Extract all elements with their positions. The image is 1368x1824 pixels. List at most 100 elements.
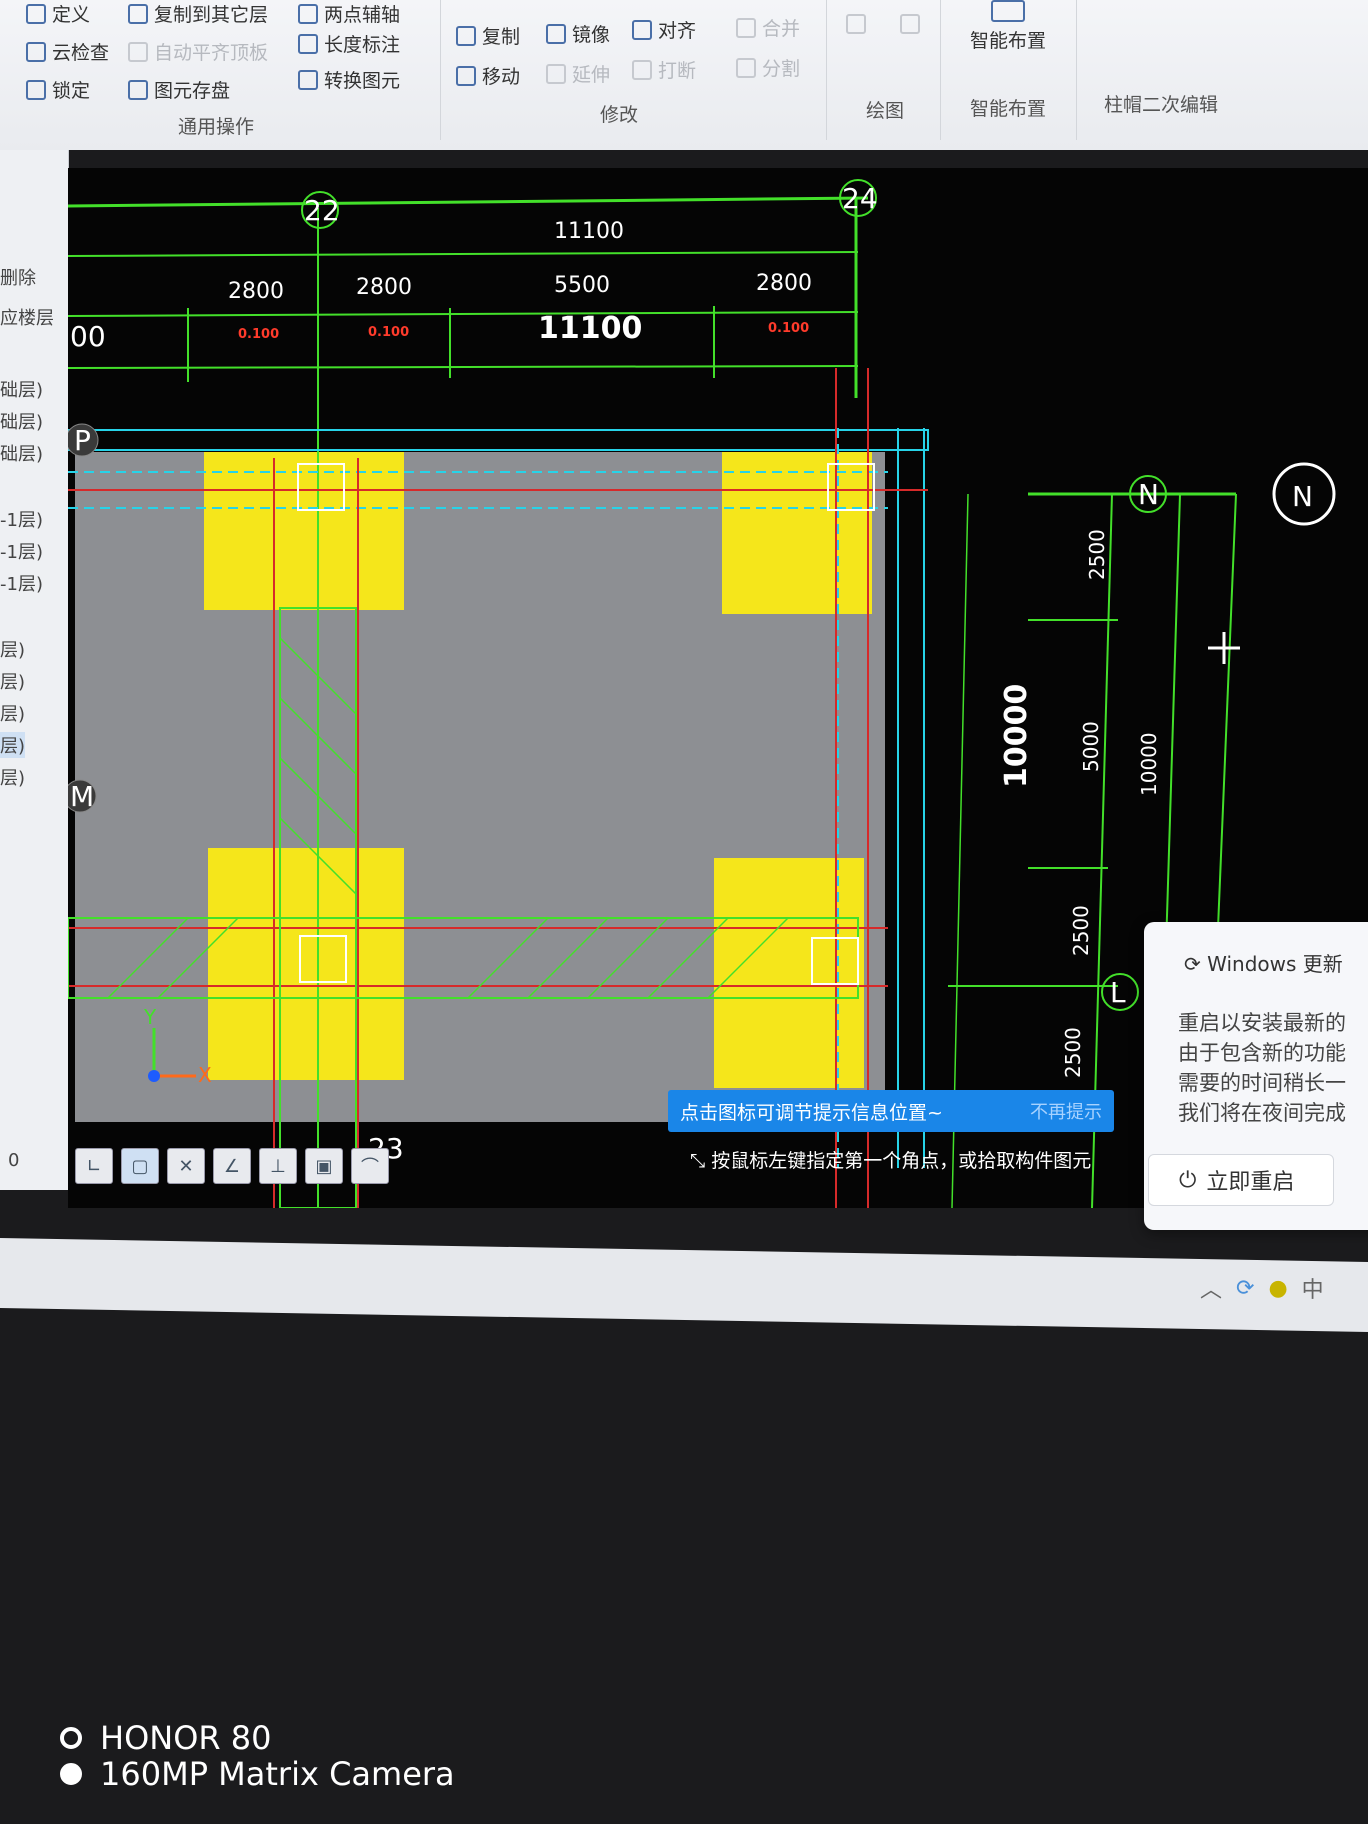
app-tray-icon[interactable]: ● bbox=[1268, 1276, 1287, 1301]
align-button[interactable]: 对齐 bbox=[632, 16, 696, 43]
floor-list-item[interactable]: 础层) bbox=[0, 376, 43, 402]
angle-button[interactable]: ∠ bbox=[213, 1148, 251, 1184]
smart-layout-button[interactable]: 智能布置 bbox=[970, 0, 1046, 53]
dismiss-hint-link[interactable]: 不再提示 bbox=[1030, 1098, 1102, 1124]
group-separator bbox=[940, 0, 941, 140]
dot-icon bbox=[60, 1763, 82, 1785]
mirror-button[interactable]: 镜像 bbox=[546, 20, 610, 47]
define-icon bbox=[26, 3, 46, 24]
toast-title-row: ⟳ Windows 更新 bbox=[1184, 948, 1343, 977]
align-icon bbox=[632, 19, 652, 40]
dim-right-2500-a: 2500 bbox=[1085, 529, 1109, 580]
extend-icon bbox=[546, 63, 566, 84]
camera-watermark: HONOR 80 160MP Matrix Camera bbox=[60, 1720, 455, 1792]
rectangle-select-icon: ▢ bbox=[131, 1155, 149, 1177]
dim-2800-a: 2800 bbox=[228, 279, 284, 304]
floor-list-item-selected[interactable]: 层) bbox=[0, 732, 26, 758]
axis-label-22: 22 bbox=[304, 194, 340, 227]
offset-icon: ⊥ bbox=[270, 1155, 286, 1177]
windows-update-toast: ⟳ Windows 更新 重启以安装最新的 由于包含新的功能 需要的时间稍长一 … bbox=[1144, 922, 1368, 1230]
refresh-icon: ⟳ bbox=[1184, 952, 1201, 976]
convert-icon bbox=[298, 69, 318, 90]
floor-list-item[interactable]: -1层) bbox=[0, 538, 43, 564]
angle-icon: ∠ bbox=[223, 1155, 241, 1177]
axis-label-l: L bbox=[1110, 976, 1126, 1009]
floor-list-item[interactable]: -1层) bbox=[0, 570, 43, 596]
rectangle-icon bbox=[900, 14, 920, 34]
ime-indicator[interactable]: 中 bbox=[1302, 1272, 1324, 1304]
restart-label: 立即重启 bbox=[1206, 1170, 1295, 1195]
delete-floor-button[interactable]: 删除 bbox=[0, 264, 36, 290]
floor-list-item[interactable]: 础层) bbox=[0, 440, 43, 466]
define-button[interactable]: 定义 bbox=[26, 0, 90, 27]
toast-title: Windows 更新 bbox=[1207, 952, 1343, 976]
group-separator bbox=[1076, 0, 1077, 140]
dim-5500: 5500 bbox=[554, 273, 610, 298]
group-separator bbox=[440, 0, 441, 140]
lock-button[interactable]: 锁定 bbox=[26, 76, 90, 103]
floor-list-item[interactable]: 层) bbox=[0, 764, 25, 790]
cad-bottom-toolbar: ∟ ▢ ✕ ∠ ⊥ ▣ ⌒ bbox=[75, 1148, 389, 1190]
axis-label-m: M bbox=[70, 780, 94, 813]
select-rect-button[interactable]: ▢ bbox=[121, 1148, 159, 1184]
dim-2800-b: 2800 bbox=[356, 275, 412, 300]
length-dimension-button[interactable]: 长度标注 bbox=[298, 30, 400, 57]
group-label-modify: 修改 bbox=[600, 104, 639, 126]
cross-select-button[interactable]: ✕ bbox=[167, 1148, 205, 1184]
floor-list-item[interactable]: 层) bbox=[0, 636, 25, 662]
arc-button[interactable]: ⌒ bbox=[351, 1148, 389, 1184]
coordinate-zero: 0 bbox=[8, 1150, 20, 1171]
sync-icon[interactable]: ⟳ bbox=[1236, 1276, 1254, 1301]
ortho-icon: ∟ bbox=[86, 1155, 102, 1177]
dimension-icon bbox=[298, 33, 318, 54]
extend-button[interactable]: 延伸 bbox=[546, 60, 610, 87]
group-label-cap-edit: 柱帽二次编辑 bbox=[1104, 94, 1219, 116]
two-point-axis-button[interactable]: 两点辅轴 bbox=[298, 0, 400, 27]
prompt-text: 按鼠标左键指定第一个角点，或拾取构件图元 bbox=[711, 1150, 1092, 1172]
dim-right-5000: 5000 bbox=[1079, 721, 1103, 772]
floor-list-item[interactable]: 层) bbox=[0, 700, 25, 726]
copy-button[interactable]: 复制 bbox=[456, 22, 520, 49]
copy-icon bbox=[456, 25, 476, 46]
layer-button[interactable]: ▣ bbox=[305, 1148, 343, 1184]
draw-rect-button[interactable] bbox=[900, 14, 920, 34]
toast-line: 由于包含新的功能 bbox=[1178, 1041, 1346, 1065]
auto-align-slab-button[interactable]: 自动平齐顶板 bbox=[128, 38, 268, 65]
offset-button[interactable]: ⊥ bbox=[259, 1148, 297, 1184]
ucs-y-label: Y bbox=[143, 1005, 157, 1029]
split-button[interactable]: 分割 bbox=[736, 54, 800, 81]
ucs-x-label: X bbox=[198, 1063, 212, 1087]
watermark-brand: HONOR 80 bbox=[100, 1719, 272, 1757]
cloud-check-button[interactable]: 云检查 bbox=[26, 38, 109, 65]
break-icon bbox=[632, 59, 652, 80]
mirror-icon bbox=[546, 23, 566, 44]
restart-now-button[interactable]: ⏻ 立即重启 bbox=[1148, 1154, 1334, 1206]
draw-line-button[interactable] bbox=[846, 14, 866, 34]
system-tray: ︿ ⟳ ● 中 bbox=[1200, 1268, 1324, 1308]
move-button[interactable]: 移动 bbox=[456, 62, 520, 89]
axis-label-n-outer: N bbox=[1292, 480, 1313, 513]
chevron-up-icon[interactable]: ︿ bbox=[1200, 1272, 1222, 1304]
ortho-mode-button[interactable]: ∟ bbox=[75, 1148, 113, 1184]
watermark-camera-row: 160MP Matrix Camera bbox=[60, 1756, 455, 1792]
floor-list-item[interactable]: 础层) bbox=[0, 408, 43, 434]
copy-floor-icon bbox=[128, 3, 148, 24]
move-icon bbox=[456, 65, 476, 86]
break-button[interactable]: 打断 bbox=[632, 56, 696, 83]
convert-element-button[interactable]: 转换图元 bbox=[298, 66, 400, 93]
dim-right-2500-c: 2500 bbox=[1061, 1027, 1085, 1078]
power-icon: ⏻ bbox=[1179, 1167, 1197, 1193]
align-slab-icon bbox=[128, 41, 148, 62]
dim-right-2500-b: 2500 bbox=[1069, 905, 1093, 956]
floor-list-item[interactable]: 层) bbox=[0, 668, 25, 694]
merge-button[interactable]: 合并 bbox=[736, 14, 800, 41]
axis-label-24: 24 bbox=[842, 182, 878, 215]
watermark-camera: 160MP Matrix Camera bbox=[100, 1755, 455, 1793]
floor-list-item[interactable]: 应楼层 bbox=[0, 304, 54, 330]
copy-to-other-floor-button[interactable]: 复制到其它层 bbox=[128, 0, 268, 27]
hint-tooltip[interactable]: 点击图标可调节提示信息位置~ 不再提示 bbox=[668, 1090, 1114, 1132]
save-element-button[interactable]: 图元存盘 bbox=[128, 76, 230, 103]
axis-icon bbox=[298, 3, 318, 24]
taskbar bbox=[0, 1238, 1368, 1332]
floor-list-item[interactable]: -1层) bbox=[0, 506, 43, 532]
